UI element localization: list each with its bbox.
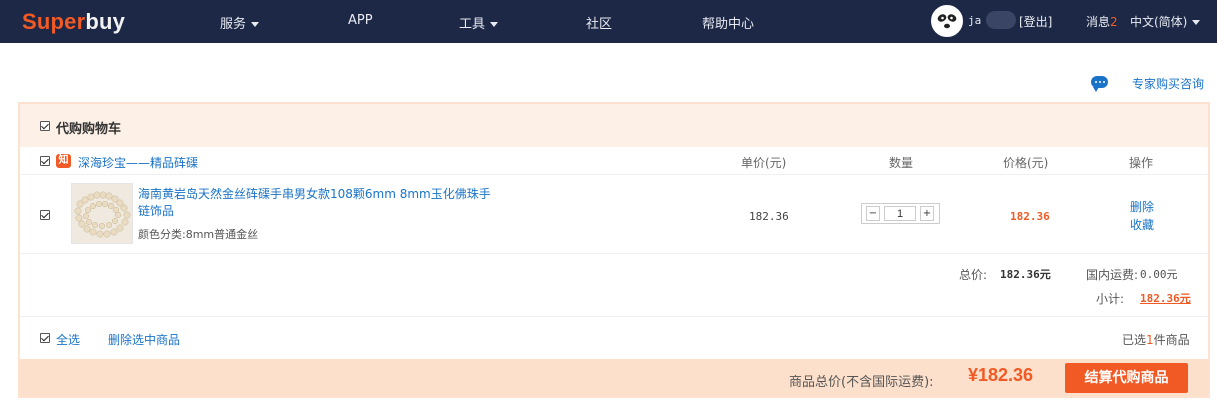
shop-checkbox[interactable] xyxy=(40,156,50,166)
product-title-link[interactable]: 海南黄岩岛天然金丝砗磲手串男女款108颗6mm 8mm玉化佛珠手链饰品 xyxy=(138,186,498,220)
quantity-increment-button[interactable]: + xyxy=(920,206,934,221)
favorite-item-link[interactable]: 收藏 xyxy=(1130,216,1154,233)
selected-suffix: 件商品 xyxy=(1153,333,1190,347)
panda-face-icon xyxy=(934,8,960,34)
cart-title: 代购购物车 xyxy=(56,122,122,137)
language-label: 中文(简体) xyxy=(1130,15,1188,29)
select-all-link[interactable]: 全选 xyxy=(56,331,80,348)
column-header-actions: 操作 xyxy=(1129,156,1154,170)
nav-item-services[interactable]: 服务 xyxy=(220,13,260,32)
messages-label: 消息 xyxy=(1086,15,1111,29)
nav-item-community[interactable]: 社区 xyxy=(586,13,612,32)
quantity-stepper: − + xyxy=(861,203,940,224)
nav-item-label: APP xyxy=(348,13,373,28)
nav-item-app[interactable]: APP xyxy=(348,13,373,28)
product-thumbnail[interactable] xyxy=(71,183,133,244)
delete-item-link[interactable]: 删除 xyxy=(1130,198,1154,215)
user-name[interactable]: ja xyxy=(968,14,981,27)
selected-count-text: 已选1件商品 xyxy=(1122,331,1190,348)
domestic-shipping-label: 国内运费: xyxy=(1086,268,1139,282)
item-unit-price: 182.36 xyxy=(749,210,789,223)
language-selector[interactable]: 中文(简体) xyxy=(1130,13,1201,30)
messages-count-badge: 2 xyxy=(1110,15,1118,29)
username-redaction xyxy=(986,11,1016,29)
summary-total-value: 182.36元 xyxy=(1000,268,1051,281)
messages-link[interactable]: 消息2 xyxy=(1086,13,1118,30)
select-all-checkbox[interactable] xyxy=(40,333,50,343)
pearl-bracelet-image xyxy=(72,184,132,243)
selected-prefix: 已选 xyxy=(1122,333,1147,347)
expert-consult-label: 专家购买咨询 xyxy=(1132,77,1205,91)
product-spec: 颜色分类:8mm普通金丝 xyxy=(138,228,259,241)
column-header-unit-price: 单价(元) xyxy=(741,156,787,170)
chat-bubble-icon xyxy=(1091,76,1108,92)
quantity-input[interactable] xyxy=(884,206,916,221)
logout-link[interactable]: [登出] xyxy=(1019,13,1052,30)
nav-item-tools[interactable]: 工具 xyxy=(459,13,499,32)
item-checkbox[interactable] xyxy=(40,210,50,220)
caret-down-icon xyxy=(1192,20,1201,25)
grand-total-value: ¥182.36 xyxy=(968,365,1034,385)
subtotal-value: 182.36元 xyxy=(1140,292,1191,305)
nav-item-label: 工具 xyxy=(459,17,486,32)
nav-item-label: 社区 xyxy=(586,17,613,32)
checkout-button[interactable]: 结算代购商品 xyxy=(1065,363,1188,393)
caret-down-icon xyxy=(490,22,499,27)
top-navbar: Superbuy 服务 APP 工具 社区 帮助中心 ja [登出] 消息2 中… xyxy=(0,0,1217,43)
subtotal-label: 小计: xyxy=(1096,292,1125,306)
nav-item-label: 服务 xyxy=(220,17,247,32)
shop-badge-icon: 知 xyxy=(56,154,71,168)
delete-selected-link[interactable]: 删除选中商品 xyxy=(108,331,180,348)
cart-select-all-checkbox[interactable] xyxy=(40,121,50,131)
cart-header: 代购购物车 xyxy=(20,104,1208,147)
summary-total-label: 总价: xyxy=(959,268,988,282)
user-avatar[interactable] xyxy=(931,5,963,37)
domestic-shipping-value: 0.00元 xyxy=(1140,268,1178,281)
checkout-footer: 商品总价(不含国际运费): ¥182.36 结算代购商品 xyxy=(20,359,1208,396)
caret-down-icon xyxy=(251,22,260,27)
cart-item-row: 海南黄岩岛天然金丝砗磲手串男女款108颗6mm 8mm玉化佛珠手链饰品 颜色分类… xyxy=(20,175,1208,254)
grand-total-label: 商品总价(不含国际运费): xyxy=(789,375,934,390)
item-total-price: 182.36 xyxy=(1010,210,1050,223)
shop-summary-row: 总价: 182.36元 国内运费: 0.00元 小计: 182.36元 xyxy=(20,254,1208,317)
selected-count-number: 1 xyxy=(1146,333,1154,347)
selection-actions-row: 全选 删除选中商品 已选1件商品 xyxy=(20,317,1208,359)
nav-item-help-center[interactable]: 帮助中心 xyxy=(702,13,754,32)
column-header-quantity: 数量 xyxy=(889,156,914,170)
quantity-decrement-button[interactable]: − xyxy=(866,206,880,221)
column-header-price: 价格(元) xyxy=(1003,156,1049,170)
logo-text-buy: buy xyxy=(85,9,126,34)
shop-name-link[interactable]: 深海珍宝——精品砗磲 xyxy=(78,154,198,171)
shopping-cart-panel: 代购购物车 知 深海珍宝——精品砗磲 单价(元) 数量 价格(元) 操作 海南黄… xyxy=(18,102,1210,398)
superbuy-logo[interactable]: Superbuy xyxy=(22,9,125,35)
nav-item-label: 帮助中心 xyxy=(702,17,755,32)
logo-text-super: Super xyxy=(22,9,86,34)
shop-header-row: 知 深海珍宝——精品砗磲 单价(元) 数量 价格(元) 操作 xyxy=(20,147,1208,175)
